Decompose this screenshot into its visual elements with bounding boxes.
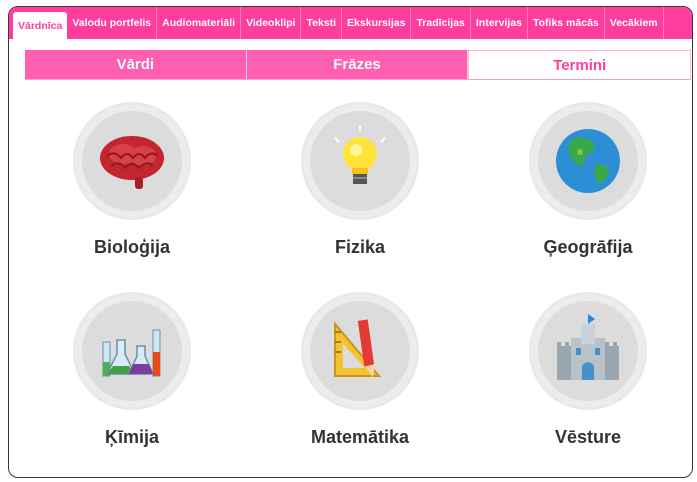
subject-label: Fizika xyxy=(334,237,386,257)
subject-tile-biologija[interactable]: Bioloģija xyxy=(37,102,197,267)
ruler-pencil-icon xyxy=(334,319,382,378)
subject-tile-fizika[interactable]: Fizika xyxy=(265,102,425,267)
tab-termini[interactable]: Termini xyxy=(468,50,692,79)
lightbulb-icon xyxy=(334,126,386,184)
subject-icon-circle xyxy=(529,292,647,410)
sub-tabs: Vārdi Frāzes Termini xyxy=(25,50,692,80)
subject-tile-geografija[interactable]: Ģeogrāfija xyxy=(493,102,653,267)
nav-item-vardnica[interactable]: Vārdnīca xyxy=(13,12,68,39)
subject-icon-circle xyxy=(301,292,419,410)
tab-vardi[interactable]: Vārdi xyxy=(25,50,247,79)
subject-icon-circle xyxy=(73,102,191,220)
subject-label: Ķīmija xyxy=(104,427,160,447)
subject-label: Vēsture xyxy=(554,427,622,447)
globe-icon xyxy=(556,129,620,193)
subject-label: Ģeogrāfija xyxy=(543,237,633,257)
nav-item-videoklipi[interactable]: Videoklipi xyxy=(241,7,302,39)
nav-item-ekskursijas[interactable]: Ekskursijas xyxy=(342,7,412,39)
nav-item-audiomateriali[interactable]: Audiomateriāli xyxy=(157,7,242,39)
subject-icon-circle xyxy=(301,102,419,220)
subject-grid: Bioloģija Fizika Ģeogrāfija Ķīmija Matem… xyxy=(9,102,692,462)
nav-item-intervijas[interactable]: Intervijas xyxy=(471,7,528,39)
subject-tile-kimija[interactable]: Ķīmija xyxy=(37,292,197,457)
flasks-icon xyxy=(102,329,161,377)
nav-item-valodu-portfelis[interactable]: Valodu portfelis xyxy=(67,7,158,39)
subject-tile-matematika[interactable]: Matemātika xyxy=(265,292,425,457)
nav-item-teksti[interactable]: Teksti xyxy=(301,7,343,39)
nav-item-vecakiem[interactable]: Vecākiem xyxy=(605,7,664,39)
nav-item-tofiks-macas[interactable]: Tofiks mācās xyxy=(528,7,605,39)
subject-label: Matemātika xyxy=(310,427,410,447)
tab-frazes[interactable]: Frāzes xyxy=(246,50,469,79)
brain-icon xyxy=(100,136,164,189)
top-navigation: Vārdnīca Valodu portfelis Audiomateriāli… xyxy=(9,7,692,39)
subject-icon-circle xyxy=(529,102,647,220)
nav-item-tradicijas[interactable]: Tradīcijas xyxy=(411,7,471,39)
subject-tile-vesture[interactable]: Vēsture xyxy=(493,292,653,457)
app-frame: Vārdnīca Valodu portfelis Audiomateriāli… xyxy=(8,6,693,478)
subject-icon-circle xyxy=(73,292,191,410)
castle-icon xyxy=(557,314,619,380)
subject-label: Bioloģija xyxy=(94,237,170,257)
